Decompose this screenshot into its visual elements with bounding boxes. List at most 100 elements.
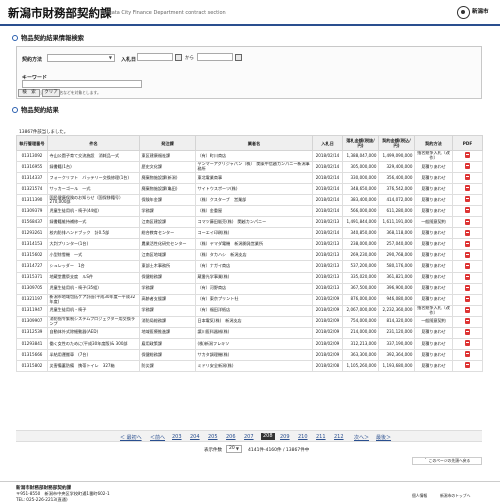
method-select[interactable] [47,54,115,62]
pdf-icon[interactable] [465,317,470,324]
pdf-icon[interactable] [465,262,470,269]
row-contract: 414,072,000 [378,194,415,207]
pdf-icon[interactable] [465,306,470,313]
pdf-icon[interactable] [465,163,470,170]
pdf-icon[interactable] [465,251,470,258]
table-row: 01316955 録書籍(1台) 歴史文化課 ヤンマーアグリジャパン（株） 関東甲信越… [16,161,483,174]
pdf-icon[interactable] [465,340,470,347]
pdf-icon[interactable] [465,295,470,302]
row-bid: 367,500,000 [342,282,379,295]
row-name[interactable]: 児童生徒用机・椅子 [47,304,140,317]
row-name[interactable]: 校内防排ハンドブック 計0.5部 [47,227,140,240]
bullet-icon [12,107,18,113]
clear-button[interactable]: クリア [42,89,60,97]
page-link[interactable]: 212 [334,434,344,440]
pdf-icon[interactable] [465,152,470,159]
row-name[interactable]: 自動体外式除細動器(AED) [47,326,140,339]
pdf-icon[interactable] [465,196,470,203]
row-name[interactable]: 児童生徒用机・椅子(44組) [47,205,140,218]
row-vendor: （有）町川商店 [195,149,313,163]
pdf-icon[interactable] [465,273,470,280]
page-link[interactable]: 210 [298,434,308,440]
date-to-input[interactable] [197,53,233,61]
city-top-link[interactable]: 新潟市のトップへ [440,493,470,499]
page-link[interactable]: 207 [244,434,254,440]
pdf-icon[interactable] [465,207,470,214]
row-name[interactable]: 寺山公園子育て交流施設 消耗品一式 [47,149,140,163]
pdf-cell [452,227,483,240]
next-page-link[interactable]: 次へ＞ [354,434,369,441]
keyword-input[interactable] [22,80,142,88]
page-link[interactable]: 204 [190,434,200,440]
per-page-select[interactable]: 20 [226,445,242,453]
row-name[interactable]: 地蔵堂農祭支度 ルS件 [47,271,140,284]
table-row: 01311390 国民健康保険のお知らせ（国保移籍号） 270,000部 保険年金課… [16,194,483,207]
last-page-link[interactable]: 最後＞ [376,434,391,441]
row-vendor: （有）河野商店 [195,282,313,295]
row-id: 01314727 [16,260,48,273]
row-name[interactable]: 録書籍(1台) [47,161,140,174]
row-method: 指名競争入札（改作） [414,149,453,163]
row-bid: 383,400,000 [342,194,379,207]
pdf-icon[interactable] [465,174,470,181]
row-date: 2018/02/08 [312,359,343,372]
row-dept: 農業活性化研究センター [139,238,196,251]
page-link[interactable]: 203 [172,434,182,440]
date-from-input[interactable] [137,53,173,61]
row-id: 01293261 [16,227,48,240]
pdf-icon[interactable] [465,229,470,236]
row-name[interactable]: 新潟市地域包括ケア計画(平成30年度〜平成32年度) [47,293,140,306]
table-row: 01293261 校内防排ハンドブック 計0.5部 総合教育センター コーエイ印刷(株… [16,227,483,240]
page-link[interactable]: 206 [226,434,236,440]
row-name[interactable]: 半結用運搬車 (7台) [47,348,140,361]
row-name[interactable]: サッカーゴール 一式 [47,183,140,196]
row-vendor: 譲川医科器械(株) [195,326,313,339]
row-dept: 学務課 [139,205,196,218]
page-link[interactable]: 211 [316,434,326,440]
pdf-cell [452,337,483,350]
row-name[interactable]: 小型除雪機 一式 [47,249,140,262]
search-button[interactable]: 検 索 [18,89,40,97]
city-name[interactable]: 新潟市 [472,7,489,15]
row-name[interactable]: 消防指令緊制システムプロジェクター用交換ランプ [47,315,140,328]
table-row: 01315371 地蔵堂農祭支度 ルS件 保健総務課 蔵番光学事業(株) 2018/02… [16,271,483,284]
row-bid: 363,300,000 [342,348,379,361]
pdf-icon[interactable] [465,362,470,369]
pdf-cell [452,183,483,196]
row-contract: 356,400,000 [378,172,415,185]
row-name[interactable]: 録書籍維持補修一式 [47,216,140,229]
row-name[interactable]: 災害備蓄防備 携帯トイレ 327箱 [47,359,140,372]
pdf-icon[interactable] [465,185,470,192]
row-name[interactable]: 働く女性のために(平成30年度版)& 300部 [47,337,140,350]
first-page-link[interactable]: ＜ 最初へ [120,434,142,441]
city-logo-icon[interactable] [457,6,470,19]
row-date: 2018/02/14 [312,227,343,240]
row-method: 見積りあわせ [414,293,453,306]
pdf-icon[interactable] [465,240,470,247]
row-name[interactable]: 児童生徒用机・椅子(35組) [47,282,140,295]
table-row: 01313092 寺山公園子育て交流施設 消耗品一式 東区建康福祉課 （有）町川商店 2… [16,149,483,163]
row-name[interactable]: フォークリフト バッテリー交換修理(1台) [47,172,140,185]
row-name[interactable]: 国民健康保険のお知らせ（国保移籍号） 270,000部 [47,194,140,207]
row-bid: 269,230,000 [342,249,379,262]
calendar-icon[interactable] [235,54,242,61]
col-header: 件名 [47,135,140,151]
pdf-icon[interactable] [465,284,470,291]
pdf-icon[interactable] [465,328,470,335]
site-title[interactable]: 新潟市財務部契約課 [8,5,112,21]
row-id: 01311390 [16,194,48,207]
row-date: 2018/02/14 [312,183,343,196]
page-link[interactable]: 209 [280,434,290,440]
page-top-link[interactable]: ＾ このページの先頭へ戻る [412,457,482,465]
prev-page-link[interactable]: ＜前へ [150,434,165,441]
calendar-icon[interactable] [175,54,182,61]
row-name[interactable]: 大判プリンター(1台) [47,238,140,251]
row-vendor: （有）東京プリント社 [195,293,313,306]
row-name[interactable]: シュレッダー 1台 [47,260,140,273]
page-link[interactable]: 205 [208,434,218,440]
privacy-link[interactable]: 個人情報 [412,493,427,499]
pdf-icon[interactable] [465,218,470,225]
table-row: 01315666 半結用運搬車 (7台) 保健総務課 サカタ調理機(株) 2018/02… [16,348,483,361]
pdf-icon[interactable] [465,351,470,358]
row-id: 01293841 [16,337,48,350]
